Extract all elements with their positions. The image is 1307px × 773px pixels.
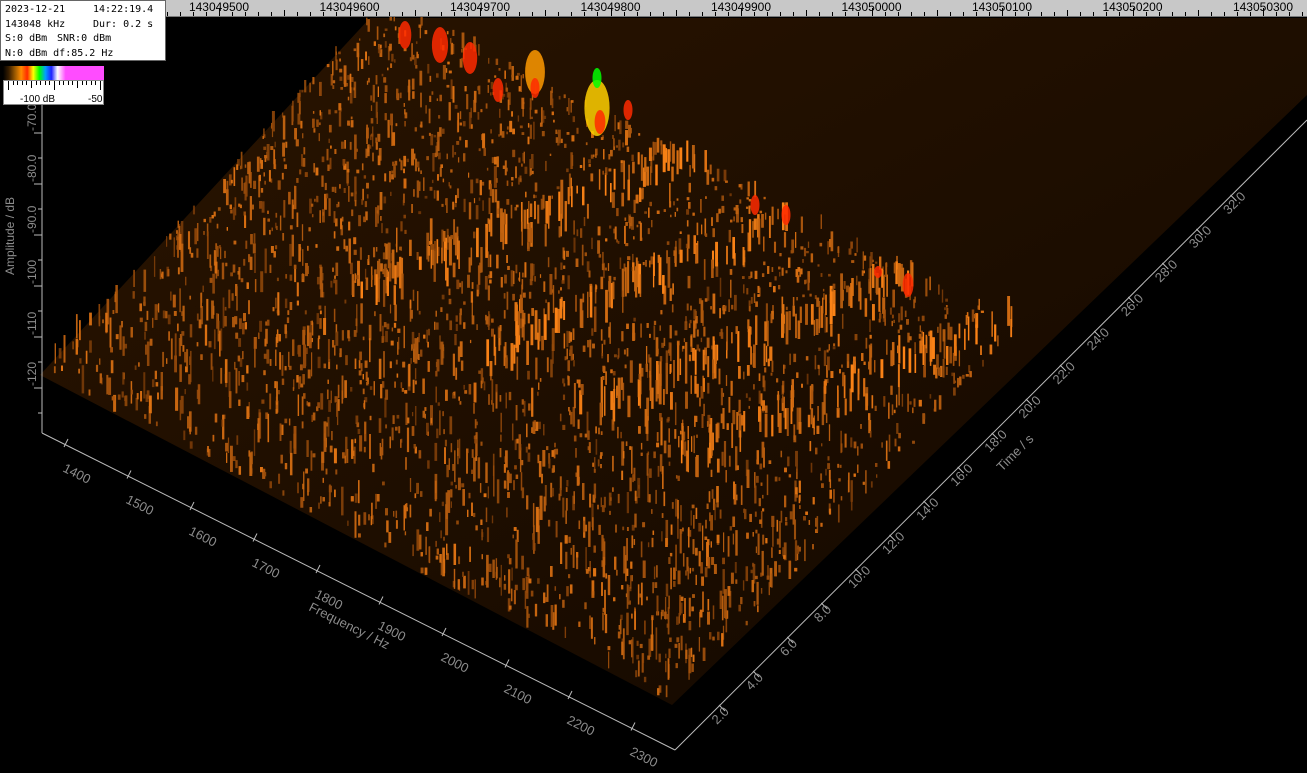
waterfall-3d-plot: -70.0-80.0-90.0-100-110-120 140015001600…: [3, 5, 1307, 770]
